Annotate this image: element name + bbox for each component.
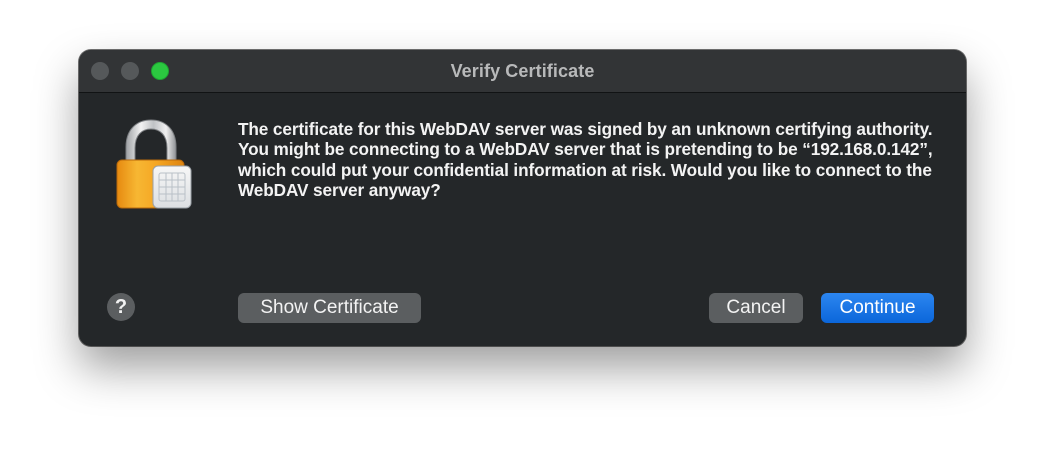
cancel-button[interactable]: Cancel: [709, 293, 803, 323]
help-button[interactable]: ?: [107, 293, 135, 321]
lock-certificate-icon: [116, 119, 192, 209]
verify-certificate-dialog: Verify Certificate The certificate for t…: [79, 50, 966, 346]
show-certificate-button[interactable]: Show Certificate: [238, 293, 421, 323]
window-title: Verify Certificate: [450, 61, 595, 81]
dialog-message: The certificate for this WebDAV server w…: [238, 119, 933, 201]
title-bar[interactable]: Verify Certificate: [79, 50, 966, 93]
continue-button[interactable]: Continue: [821, 293, 934, 323]
